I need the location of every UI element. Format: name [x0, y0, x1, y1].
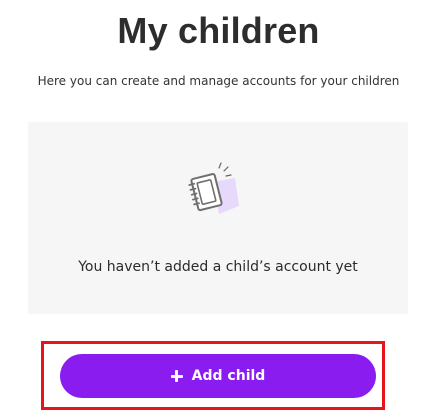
notebook-icon — [188, 162, 239, 214]
plus-icon — [170, 370, 183, 382]
empty-state-card: You haven’t added a child’s account yet — [28, 122, 408, 314]
add-child-label: Add child — [191, 368, 266, 384]
my-children-page: My children Here you can create and mana… — [0, 0, 437, 420]
page-subtitle: Here you can create and manage accounts … — [37, 74, 400, 88]
add-child-button[interactable]: Add child — [60, 354, 376, 398]
page-title: My children — [117, 10, 320, 51]
empty-state-message: You haven’t added a child’s account yet — [78, 259, 358, 275]
